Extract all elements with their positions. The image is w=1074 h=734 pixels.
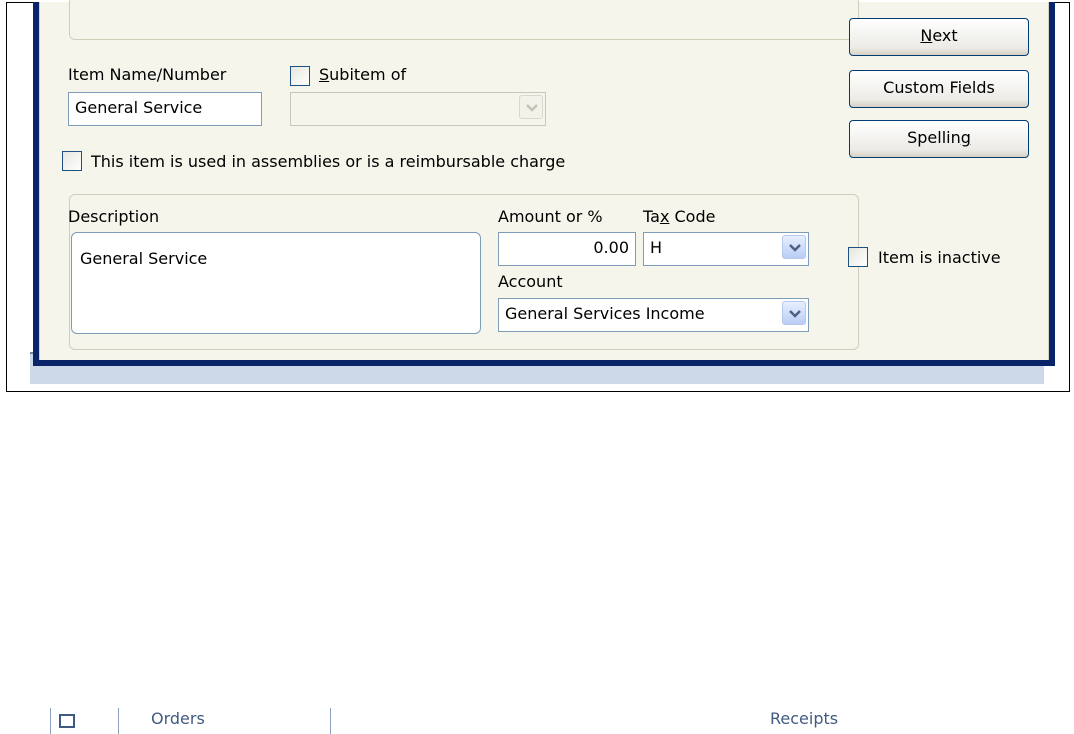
account-label: Account <box>498 272 563 291</box>
dialog-body: Item Name/Number General Service Subitem… <box>39 0 1049 360</box>
background-tab-orders[interactable]: Orders <box>118 708 361 734</box>
subitem-dropdown[interactable] <box>290 92 546 126</box>
background-tab-receipts[interactable]: Receipts <box>770 708 930 734</box>
tax-code-dropdown-arrow-icon[interactable] <box>782 235 806 259</box>
subitem-checkbox[interactable] <box>290 66 310 86</box>
item-type-panel <box>69 0 859 40</box>
tax-code-dropdown[interactable]: H <box>643 232 809 266</box>
background-tab-divider <box>330 708 731 734</box>
account-dropdown[interactable]: General Services Income <box>498 298 809 332</box>
assembly-label: This item is used in assemblies or is a … <box>91 152 566 171</box>
item-name-input[interactable]: General Service <box>68 92 262 126</box>
spelling-button[interactable]: Spelling <box>849 120 1029 158</box>
item-name-label: Item Name/Number <box>68 65 227 84</box>
assembly-checkbox[interactable] <box>62 151 82 171</box>
item-inactive-checkbox[interactable] <box>848 247 868 267</box>
account-dropdown-arrow-icon[interactable] <box>782 301 806 325</box>
tax-code-label: Tax Code <box>643 207 716 226</box>
next-button[interactable]: Next <box>849 18 1029 56</box>
tax-code-value: H <box>650 238 663 257</box>
account-value: General Services Income <box>505 304 705 323</box>
amount-input[interactable]: 0.00 <box>498 232 636 266</box>
background-tab-icon <box>50 708 81 734</box>
description-label: Description <box>68 207 160 226</box>
amount-label: Amount or % <box>498 207 603 226</box>
subitem-label: Subitem of <box>319 65 407 84</box>
edit-item-dialog: Item Name/Number General Service Subitem… <box>33 0 1055 366</box>
item-inactive-label: Item is inactive <box>878 248 1001 267</box>
description-textarea[interactable]: General Service <box>71 232 481 334</box>
dialog-bottom-border <box>33 360 1055 366</box>
custom-fields-button[interactable]: Custom Fields <box>849 70 1029 108</box>
subitem-dropdown-arrow-icon[interactable] <box>519 95 543 119</box>
